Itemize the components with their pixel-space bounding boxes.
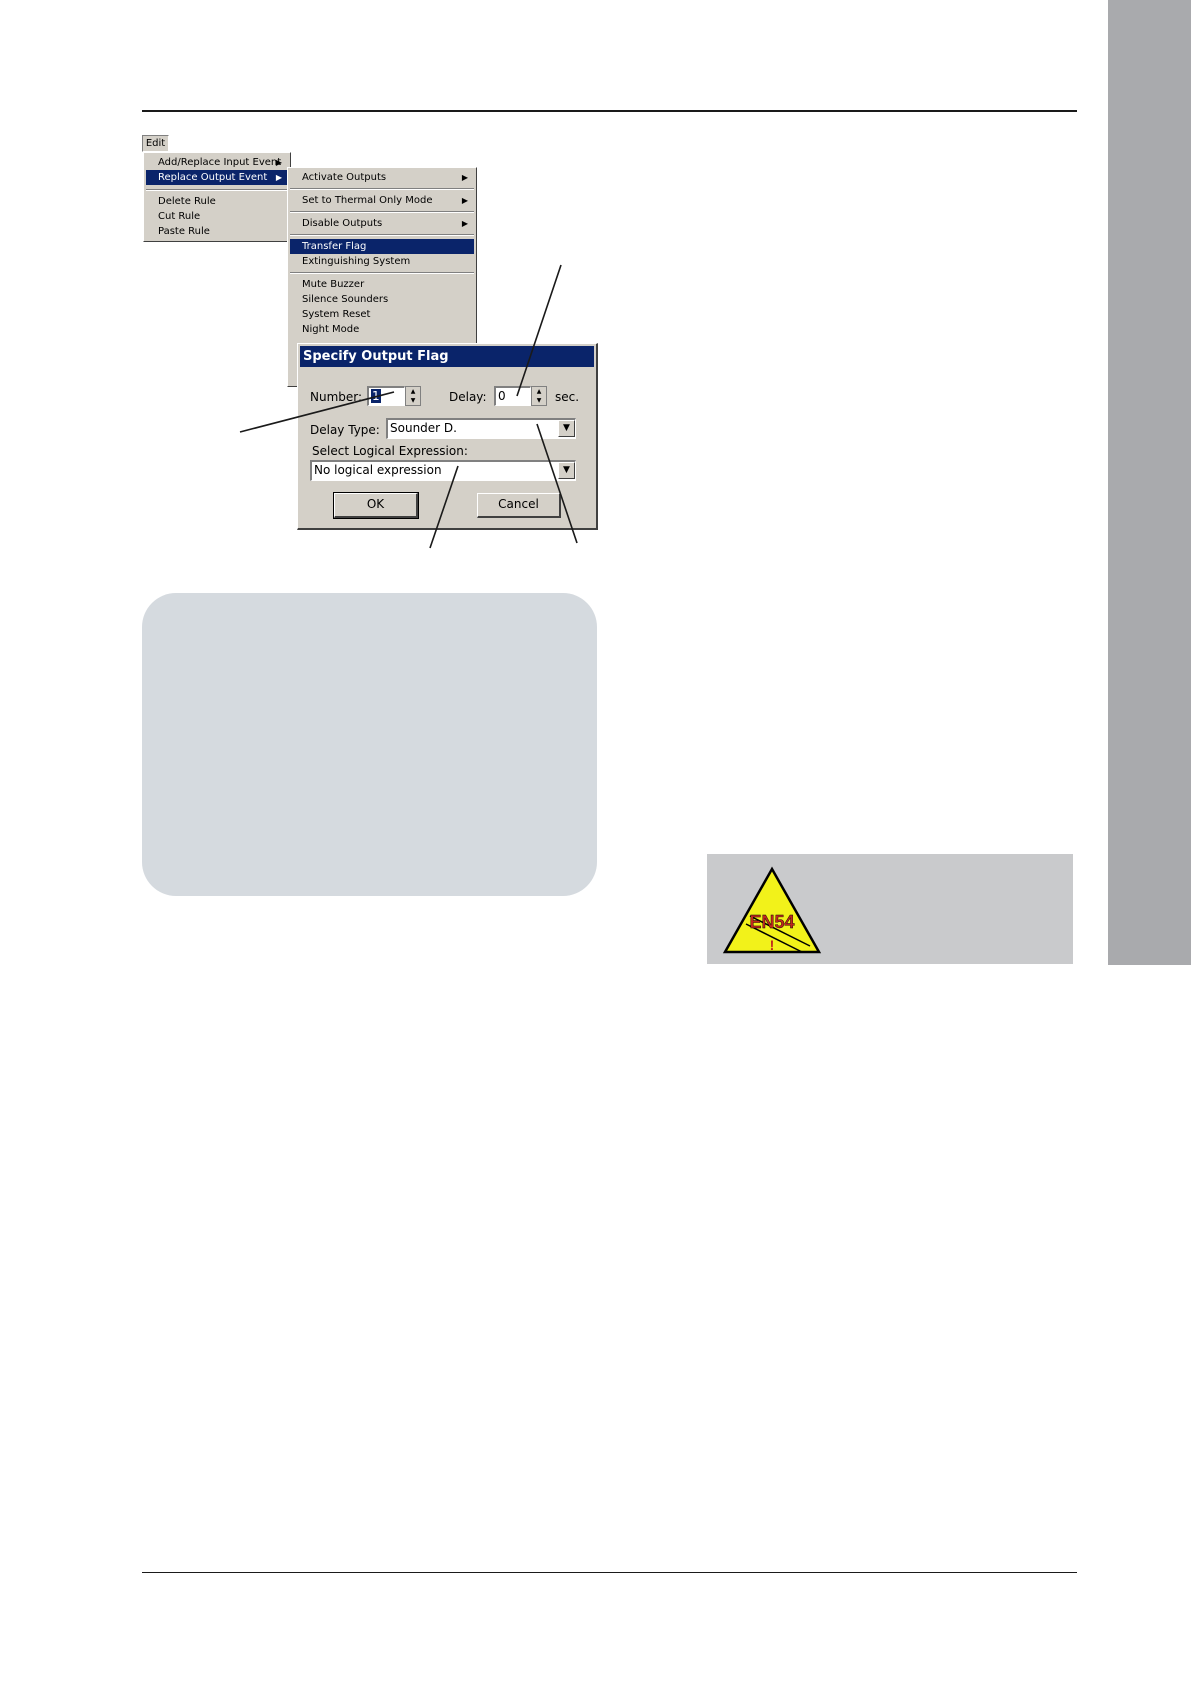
- en54-warning-triangle-icon: EN54 !: [722, 866, 822, 954]
- callout-line-delay: [516, 264, 562, 397]
- callout-line-delay-type: [536, 423, 578, 544]
- callout-line-number: [239, 391, 395, 433]
- note-box: [142, 593, 597, 896]
- callout-line-logical-expression: [429, 465, 459, 549]
- en54-text: EN54: [749, 912, 794, 932]
- en54-warning-box: EN54 !: [707, 854, 1073, 964]
- en54-mark: !: [770, 937, 775, 953]
